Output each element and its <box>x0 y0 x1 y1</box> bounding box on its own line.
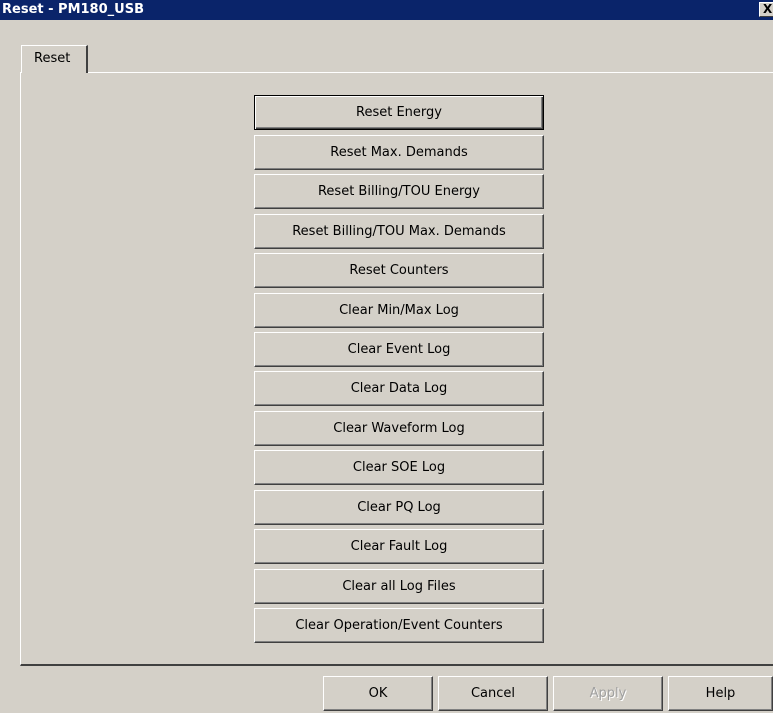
tab-reset-label: Reset <box>34 51 71 66</box>
clear-min-max-log-button[interactable]: Clear Min/Max Log <box>254 293 544 328</box>
clear-operation-event-counters-button[interactable]: Clear Operation/Event Counters <box>254 608 544 643</box>
reset-counters-button[interactable]: Reset Counters <box>254 253 544 288</box>
clear-pq-log-button[interactable]: Clear PQ Log <box>254 490 544 525</box>
help-button[interactable]: Help <box>668 676 773 711</box>
clear-event-log-button[interactable]: Clear Event Log <box>254 332 544 367</box>
tab-reset[interactable]: Reset <box>21 45 88 73</box>
clear-waveform-log-button[interactable]: Clear Waveform Log <box>254 411 544 446</box>
reset-billing-tou-energy-button[interactable]: Reset Billing/TOU Energy <box>254 174 544 209</box>
reset-max-demands-button[interactable]: Reset Max. Demands <box>254 135 544 170</box>
close-button[interactable]: X <box>759 2 773 17</box>
apply-button[interactable]: Apply <box>553 676 663 711</box>
ok-button[interactable]: OK <box>323 676 433 711</box>
reset-billing-tou-max-demands-button[interactable]: Reset Billing/TOU Max. Demands <box>254 214 544 249</box>
close-icon: X <box>763 2 773 16</box>
window-title: Reset - PM180_USB <box>2 2 144 17</box>
cancel-button[interactable]: Cancel <box>438 676 548 711</box>
clear-all-log-files-button[interactable]: Clear all Log Files <box>254 569 544 604</box>
clear-soe-log-button[interactable]: Clear SOE Log <box>254 450 544 485</box>
reset-energy-button[interactable]: Reset Energy <box>254 95 544 130</box>
clear-fault-log-button[interactable]: Clear Fault Log <box>254 529 544 564</box>
clear-data-log-button[interactable]: Clear Data Log <box>254 371 544 406</box>
title-bar[interactable]: Reset - PM180_USB X <box>0 0 773 20</box>
